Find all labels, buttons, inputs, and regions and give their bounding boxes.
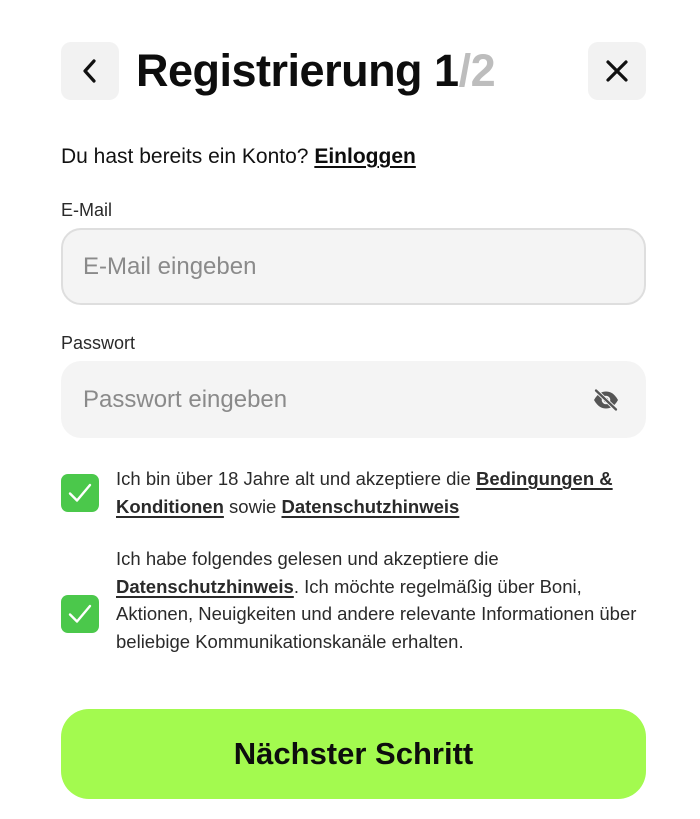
privacy-link[interactable]: Datenschutzhinweis <box>281 496 459 517</box>
login-link[interactable]: Einloggen <box>314 145 416 168</box>
registration-page: Registrierung 1/2 Du hast bereits ein Ko… <box>61 0 646 819</box>
marketing-text-start: Ich habe folgendes gelesen und akzeptier… <box>116 548 499 569</box>
password-label: Passwort <box>61 333 136 353</box>
chevron-left-icon <box>83 59 96 83</box>
privacy-link-marketing[interactable]: Datenschutzhinweis <box>116 576 294 597</box>
age-terms-text-start: Ich bin über 18 Jahre alt und akzeptiere… <box>116 468 476 489</box>
email-label: E-Mail <box>61 200 113 220</box>
checkmark-icon <box>68 483 92 502</box>
marketing-consent-text: Ich habe folgendes gelesen und akzeptier… <box>116 545 651 655</box>
page-title: Registrierung 1/2 <box>136 42 496 100</box>
close-button[interactable] <box>588 42 646 100</box>
marketing-consent-checkbox[interactable] <box>61 595 99 633</box>
age-terms-text-middle: sowie <box>223 495 282 517</box>
header: Registrierung 1/2 <box>61 42 646 100</box>
login-prompt-text: Du hast bereits ein Konto? <box>61 145 315 168</box>
login-prompt: Du hast bereits ein Konto? Einloggen <box>61 143 416 171</box>
password-visibility-toggle[interactable] <box>591 386 621 414</box>
back-button[interactable] <box>61 42 119 100</box>
email-input[interactable] <box>61 228 646 305</box>
eye-off-icon <box>593 388 619 412</box>
close-icon <box>606 60 628 82</box>
title-text: Registrierung 1 <box>136 45 459 96</box>
age-terms-checkbox[interactable] <box>61 474 99 512</box>
step-total: /2 <box>458 45 496 96</box>
next-step-button[interactable]: Nächster Schritt <box>61 709 646 799</box>
password-input[interactable] <box>61 361 646 438</box>
checkmark-icon <box>68 604 92 623</box>
age-terms-text: Ich bin über 18 Jahre alt und akzeptiere… <box>116 465 651 520</box>
